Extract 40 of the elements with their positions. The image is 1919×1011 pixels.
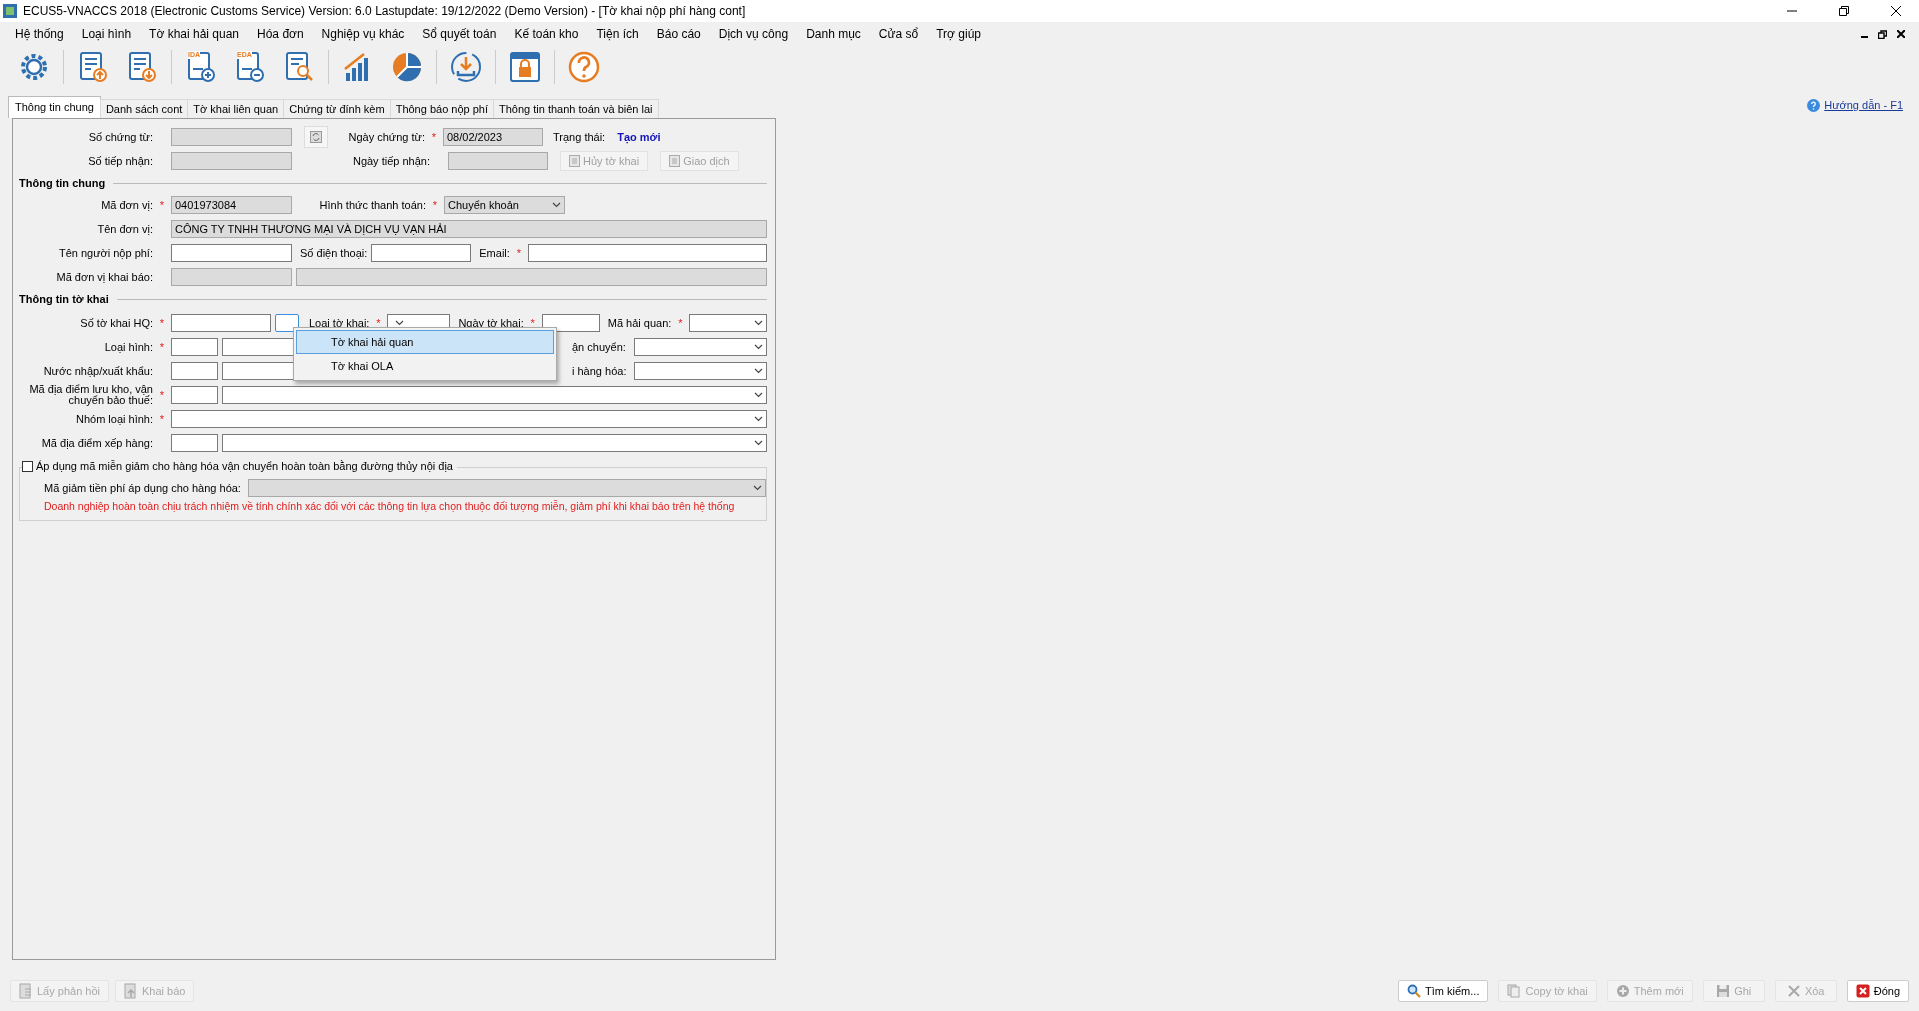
required-mark: * (431, 199, 439, 211)
field-label: Nước nhập/xuất khẩu: (42, 365, 153, 377)
field-label: Số tiếp nhận: (87, 155, 153, 167)
field-label: i hàng hóa: (572, 365, 627, 377)
field-label: Trạng thái: (553, 131, 606, 143)
required-mark: * (158, 199, 166, 211)
required-mark: * (158, 389, 166, 401)
field-label: Tên đơn vị: (96, 223, 153, 235)
required-mark: * (158, 413, 166, 425)
field-label: Nhóm loại hình: (74, 413, 153, 425)
field-label: Mã giảm tiền phí áp dụng cho hàng hóa: (44, 482, 242, 494)
status-value: Tạo mới (617, 131, 661, 143)
field-label: Ngày tiếp nhận: (351, 155, 430, 167)
required-mark: * (515, 247, 522, 259)
field-label: Số tờ khai HQ: (79, 317, 153, 329)
field-label: Mã địa điểm xếp hàng: (40, 437, 153, 449)
window-title: ECUS5-VNACCS 2018 (Electronic Customs Service) Version: 6.0 Lastupdate: 19/12/2022 (Demo Version) - [Tờ khai nộp phí hàng cont] (23, 4, 747, 18)
field-label: Hình thức thanh toán: (318, 199, 426, 211)
section-title: Thông tin tờ khai (19, 293, 109, 305)
required-mark: * (677, 317, 684, 329)
field-label: Số chứng từ: (87, 131, 153, 143)
required-mark: * (375, 317, 382, 329)
field-label: Mã hải quan: (607, 317, 672, 329)
field-label: Loại tờ khai: (309, 317, 370, 329)
required-mark: * (430, 131, 438, 143)
field-label: Loại hình: (103, 341, 153, 353)
checkbox-label: Áp dụng mã miễn giảm cho hàng hóa vận chuyển hoàn toàn bằng đường thủy nội địa (36, 460, 453, 472)
field-label: Email: (479, 247, 510, 259)
field-label: Ngày chứng từ: (347, 131, 425, 143)
field-label: Tên người nộp phí: (57, 247, 153, 259)
section-title: Thông tin chung (19, 177, 106, 189)
required-mark: * (158, 317, 166, 329)
field-label: Mã địa điểm lưu kho, vận chuyển bảo thuế: (28, 384, 153, 406)
field-label: Mã đơn vị: (100, 199, 153, 211)
field-label: Mã đơn vị khai báo: (55, 271, 153, 283)
warning-text: Doanh nghiệp hoàn toàn chịu trách nhiệm về tính chính xác đối với các thông tin lựa chọn thuộc đối tượng miễn, giảm phí khi khai báo trên hệ thống (43, 500, 736, 512)
required-mark: * (529, 317, 536, 329)
field-label: Số điện thoại: (300, 247, 368, 259)
required-mark: * (158, 341, 166, 353)
field-label: ận chuyển: (572, 341, 626, 353)
